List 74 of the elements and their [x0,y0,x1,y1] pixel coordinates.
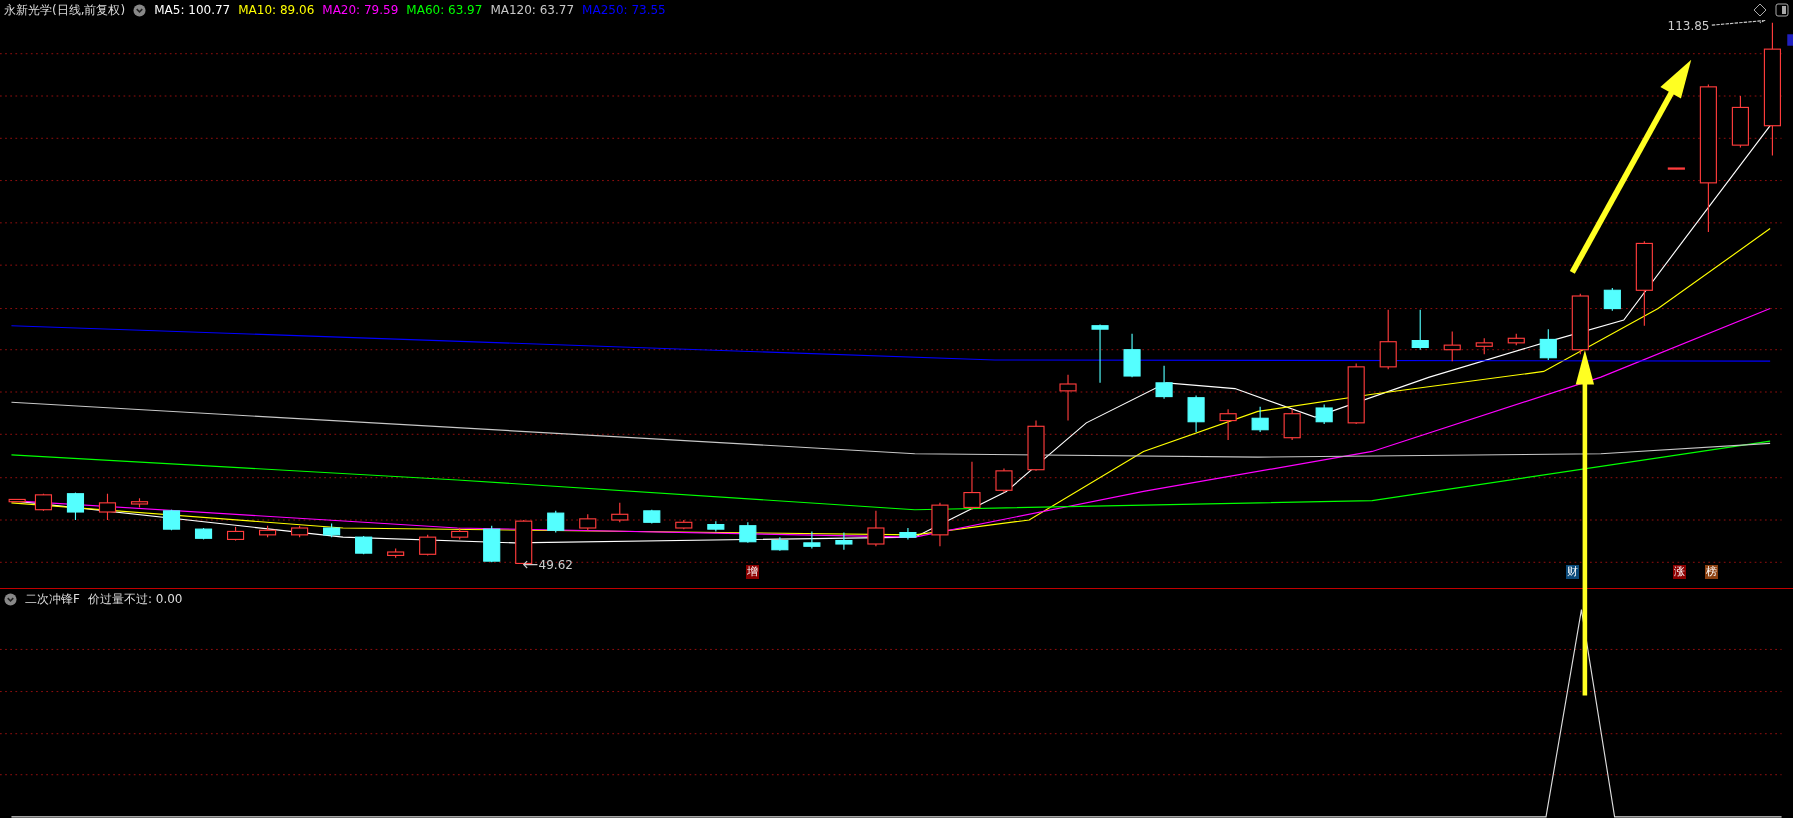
indicator-reading: 价过量不过: 0.00 [87,590,183,608]
moving-average-value: MA120: 63.77 [490,3,575,17]
candlestick [835,532,853,551]
candlestick [98,493,117,521]
candlestick [931,502,949,547]
low-price-label: 49.62 [538,558,573,573]
candlestick [547,510,565,534]
candlestick [899,527,917,540]
candlestick [867,510,885,547]
scroll-marker-icon [1787,34,1793,46]
candlestick [1507,333,1525,346]
indicator-name: 二次冲锋F [25,590,80,608]
candlestick [1123,333,1141,378]
candlestick [34,493,53,512]
candlestick [259,525,277,538]
candlestick [995,468,1013,494]
candlestick [194,527,213,540]
candlestick [1571,293,1589,355]
candlestick [66,492,85,521]
moving-average-value: MA250: 73.55 [582,3,666,17]
diamond-icon[interactable] [1753,3,1767,17]
signal-tag: 增 [746,565,759,579]
candlestick [130,497,149,508]
moving-average-value: MA5: 100.77 [154,3,231,17]
candlestick [643,509,661,524]
candlestick [1283,408,1301,441]
candlestick [8,498,26,503]
candlestick [707,520,725,532]
candlestick [1155,365,1173,400]
moving-average-value: MA60: 63.97 [406,3,483,17]
pointer-arrow-icon [1711,20,1766,26]
moving-average-value: MA20: 79.59 [322,3,399,17]
candlestick [162,509,181,531]
candlestick [1411,309,1429,351]
panel-toggle-icon[interactable] [1775,3,1789,17]
candlestick [419,534,437,556]
candlestick [355,535,373,555]
candlestick [1219,408,1237,441]
signal-tag: 榜 [1705,565,1718,579]
candlestick [1187,394,1205,433]
candlestick [675,519,693,530]
candlestick [515,519,533,566]
candlestick [1059,374,1077,422]
candlestick [1603,287,1621,312]
candlestick [483,525,501,563]
candlestick [1091,324,1109,384]
candlestick [803,530,821,550]
candlestick [1347,362,1365,425]
dropdown-icon[interactable] [4,592,17,606]
dropdown-icon[interactable] [133,3,147,17]
pointer-arrow-icon [522,560,538,569]
candlestick [1731,95,1749,148]
candlestick [611,502,629,523]
candlestick [227,526,245,542]
candlestick [1315,404,1333,425]
candlestick [1251,406,1269,433]
candlestick [1379,309,1397,370]
candlestick [771,536,789,552]
candlestick [1027,420,1045,472]
candlestick [1667,167,1685,170]
candlestick [451,527,469,540]
candlestick [1539,328,1557,361]
candlestick [1443,330,1461,362]
candlestick [291,525,309,538]
candlestick [579,513,597,531]
candlestick [963,461,981,511]
signal-tag: 财 [1566,565,1579,579]
candlestick [1475,337,1493,355]
chart-title: 永新光学(日线,前复权) [4,1,126,19]
moving-average-value: MA10: 89.06 [238,3,315,17]
high-price-label: 113.85 [1667,20,1710,33]
signal-tag: 涨 [1673,565,1686,579]
candlestick [739,521,757,544]
candlestick [323,522,341,538]
